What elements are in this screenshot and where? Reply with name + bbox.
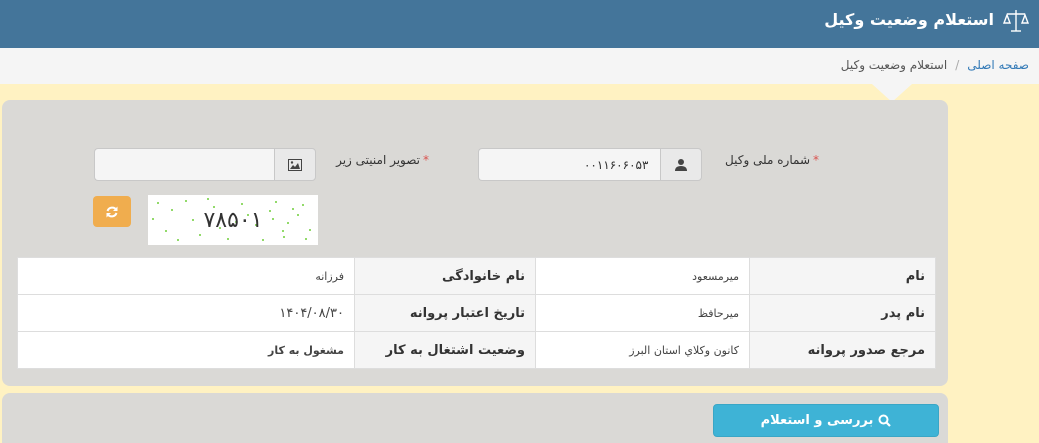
image-icon — [274, 148, 316, 181]
scales-of-justice-icon — [1002, 10, 1030, 32]
captcha-label: *تصویر امنیتی زیر — [336, 153, 429, 167]
last-name-value: فرزانه — [17, 257, 355, 295]
father-name-key: نام پدر — [749, 294, 936, 332]
national-id-group — [478, 148, 702, 181]
employment-status-key: وضعیت اشتغال به کار — [354, 331, 536, 369]
table-row: نام پدر میرحافظ تاریخ اعتبار پروانه ۱۴۰۴… — [17, 294, 936, 332]
refresh-icon — [106, 206, 118, 217]
father-name-value: میرحافظ — [535, 294, 750, 332]
captcha-text: ۷۸۵۰۱ — [203, 208, 262, 233]
table-row: نام میرمسعود نام خانوادگی فرزانه — [17, 257, 936, 295]
license-issuer-value: کانون وکلاي استان البرز — [535, 331, 750, 369]
table-row: مرجع صدور پروانه کانون وکلاي استان البرز… — [17, 331, 936, 369]
breadcrumb-current: استعلام وضعیت وکیل — [840, 58, 948, 72]
national-id-input[interactable] — [478, 148, 661, 181]
breadcrumb-home-link[interactable]: صفحه اصلی — [967, 58, 1029, 72]
first-name-value: میرمسعود — [535, 257, 750, 295]
page-title: استعلام وضعیت وکیل — [824, 10, 994, 29]
employment-status-value: مشغول به کار — [17, 331, 355, 369]
national-id-label: *شماره ملی وکیل — [725, 153, 819, 167]
submit-inquiry-label: بررسی و استعلام — [760, 413, 874, 428]
lawyer-info-table: نام میرمسعود نام خانوادگی فرزانه نام پدر… — [17, 257, 936, 369]
required-mark: * — [813, 153, 819, 167]
first-name-key: نام — [749, 257, 936, 295]
user-icon — [660, 148, 702, 181]
captcha-input-group — [94, 148, 316, 181]
search-icon — [878, 414, 892, 427]
captcha-image: ۷۸۵۰۱ — [148, 195, 318, 245]
breadcrumb-separator: / — [955, 58, 960, 72]
header-bar: استعلام وضعیت وکیل — [0, 0, 1039, 48]
license-issuer-key: مرجع صدور پروانه — [749, 331, 936, 369]
breadcrumb: صفحه اصلی / استعلام وضعیت وکیل — [0, 48, 1039, 84]
required-mark: * — [423, 153, 429, 167]
captcha-input[interactable] — [94, 148, 275, 181]
last-name-key: نام خانوادگی — [354, 257, 536, 295]
refresh-captcha-button[interactable] — [93, 196, 131, 227]
license-expiry-value: ۱۴۰۴/۰۸/۳۰ — [17, 294, 355, 332]
submit-inquiry-button[interactable]: بررسی و استعلام — [713, 404, 939, 437]
license-expiry-key: تاریخ اعتبار پروانه — [354, 294, 536, 332]
